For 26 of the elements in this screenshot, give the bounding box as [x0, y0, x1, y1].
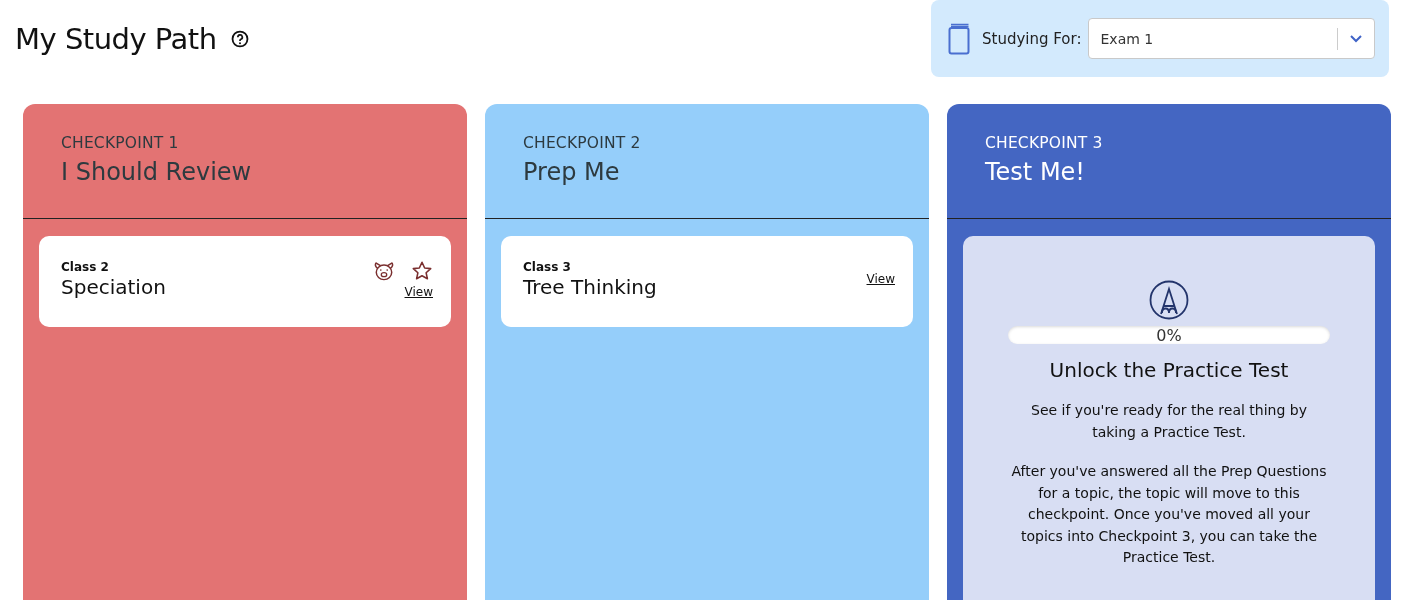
topic-card[interactable]: Class 3 Tree Thinking View — [501, 236, 913, 327]
studying-for-label: Studying For: — [982, 29, 1082, 48]
checkpoint-title: Test Me! — [985, 158, 1086, 186]
topic-name: Speciation — [61, 275, 166, 299]
star-icon[interactable] — [411, 259, 433, 282]
topic-name: Tree Thinking — [523, 275, 657, 299]
progress-reading: 0% — [1156, 326, 1182, 344]
class-label: Class 2 — [61, 260, 110, 274]
description-text: After you've answered all the Prep Questions for a topic, the topic will move to this checkpoint. Once you've moved all your topics into Checkpoint 3, you can take the Practice Test. — [1011, 462, 1327, 567]
class-label: Class 3 — [523, 260, 572, 274]
pig-icon[interactable] — [373, 260, 395, 281]
description-text: See if you're ready for the real thing by taking a Practice Test. — [1030, 401, 1308, 442]
view-link[interactable]: View — [866, 272, 895, 286]
unlock-heading: Unlock the Practice Test — [1049, 358, 1289, 382]
pencil-badge-icon — [1149, 280, 1189, 320]
page-title: My Study Path — [15, 22, 217, 56]
topic-card[interactable]: Class 2 Speciation View — [39, 236, 451, 327]
help-icon[interactable] — [230, 30, 249, 48]
checkpoint-label: CHECKPOINT 1 — [61, 134, 180, 152]
exam-dropdown[interactable]: Exam 1 — [1087, 18, 1375, 59]
checkpoint-title: I Should Review — [61, 158, 253, 186]
chevron-down-icon — [1350, 34, 1362, 43]
view-link[interactable]: View — [404, 284, 433, 299]
checkpoint-label: CHECKPOINT 2 — [523, 134, 642, 152]
checkpoint-title: Prep Me — [523, 158, 621, 186]
checkpoint-label: CHECKPOINT 3 — [985, 134, 1104, 152]
